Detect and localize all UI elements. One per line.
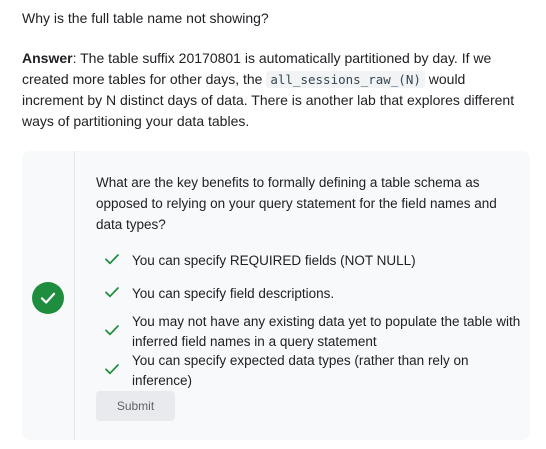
quiz-option-label: You can specify field descriptions. <box>132 286 335 301</box>
quiz-option[interactable]: You can specify REQUIRED fields (NOT NUL… <box>104 251 524 271</box>
quiz-option[interactable]: You may not have any existing data yet t… <box>104 312 524 352</box>
checkmark-icon <box>105 287 119 298</box>
answer-paragraph: Answer: The table suffix 20170801 is aut… <box>22 48 527 132</box>
quiz-option-label: You may not have any existing data yet t… <box>132 314 521 349</box>
quiz-card: What are the key benefits to formally de… <box>22 151 530 440</box>
quiz-status-column <box>22 151 75 440</box>
checkmark-icon <box>105 364 119 375</box>
quiz-option[interactable]: You can specify expected data types (rat… <box>104 351 524 391</box>
quiz-option-label: You can specify expected data types (rat… <box>132 353 469 388</box>
inline-code: all_sessions_raw_(N) <box>266 71 425 88</box>
question-heading: Why is the full table name not showing? <box>22 10 269 26</box>
check-circle-icon <box>32 282 64 314</box>
submit-button[interactable]: Submit <box>96 391 175 421</box>
quiz-option[interactable]: You can specify field descriptions. <box>104 284 524 304</box>
checkmark-icon <box>105 254 119 265</box>
quiz-option-label: You can specify REQUIRED fields (NOT NUL… <box>132 253 416 268</box>
checkmark-icon <box>105 325 119 336</box>
quiz-prompt: What are the key benefits to formally de… <box>96 175 497 232</box>
answer-label: Answer <box>22 50 73 66</box>
check-circle-mark <box>40 292 56 304</box>
page: Why is the full table name not showing? … <box>0 0 546 449</box>
